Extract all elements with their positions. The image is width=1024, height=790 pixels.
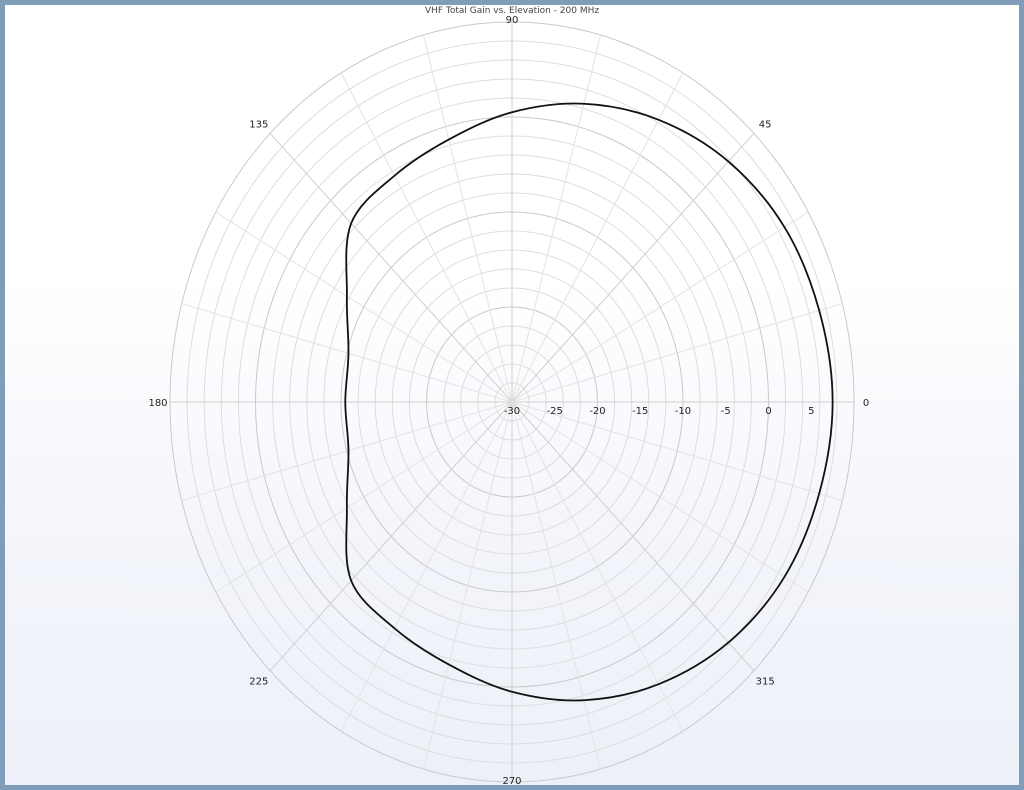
angle-tick-label: 90 [506, 15, 519, 26]
grid-spoke [340, 401, 513, 732]
radial-tick-label: -30 [504, 406, 520, 417]
grid-spoke [511, 401, 755, 672]
angle-tick-label: 180 [148, 398, 167, 409]
grid-spoke [511, 401, 684, 732]
grid-spoke [511, 303, 843, 403]
radial-tick-label: 0 [765, 406, 771, 417]
radial-tick-label: 5 [808, 406, 814, 417]
grid-spoke [269, 401, 513, 672]
grid-spoke [340, 72, 513, 403]
radial-tick-label: -20 [589, 406, 605, 417]
radial-tick-label: -25 [547, 406, 563, 417]
grid-spoke [511, 72, 684, 403]
radial-tick-label: -5 [721, 406, 731, 417]
grid-spoke [215, 401, 513, 593]
angle-tick-label: 270 [502, 776, 521, 787]
angle-tick-label: 0 [863, 398, 869, 409]
polar-grid [169, 21, 855, 783]
grid-spoke [269, 132, 513, 403]
angle-tick-label: 135 [249, 119, 268, 130]
polar-chart: VHF Total Gain vs. Elevation - 200 MHz 0… [148, 6, 869, 787]
radial-tick-label: -10 [675, 406, 691, 417]
angle-tick-label: 315 [756, 677, 775, 688]
grid-spoke [215, 211, 513, 403]
grid-spoke [511, 34, 602, 403]
grid-spoke [511, 132, 755, 403]
grid-spoke [511, 401, 809, 593]
grid-spoke [511, 211, 809, 403]
angle-tick-label: 225 [249, 677, 268, 688]
grid-spoke [422, 34, 513, 403]
angle-tick-label: 45 [759, 119, 772, 130]
grid-spoke [422, 401, 513, 770]
grid-spoke [511, 401, 602, 770]
radial-tick-label: -15 [632, 406, 648, 417]
